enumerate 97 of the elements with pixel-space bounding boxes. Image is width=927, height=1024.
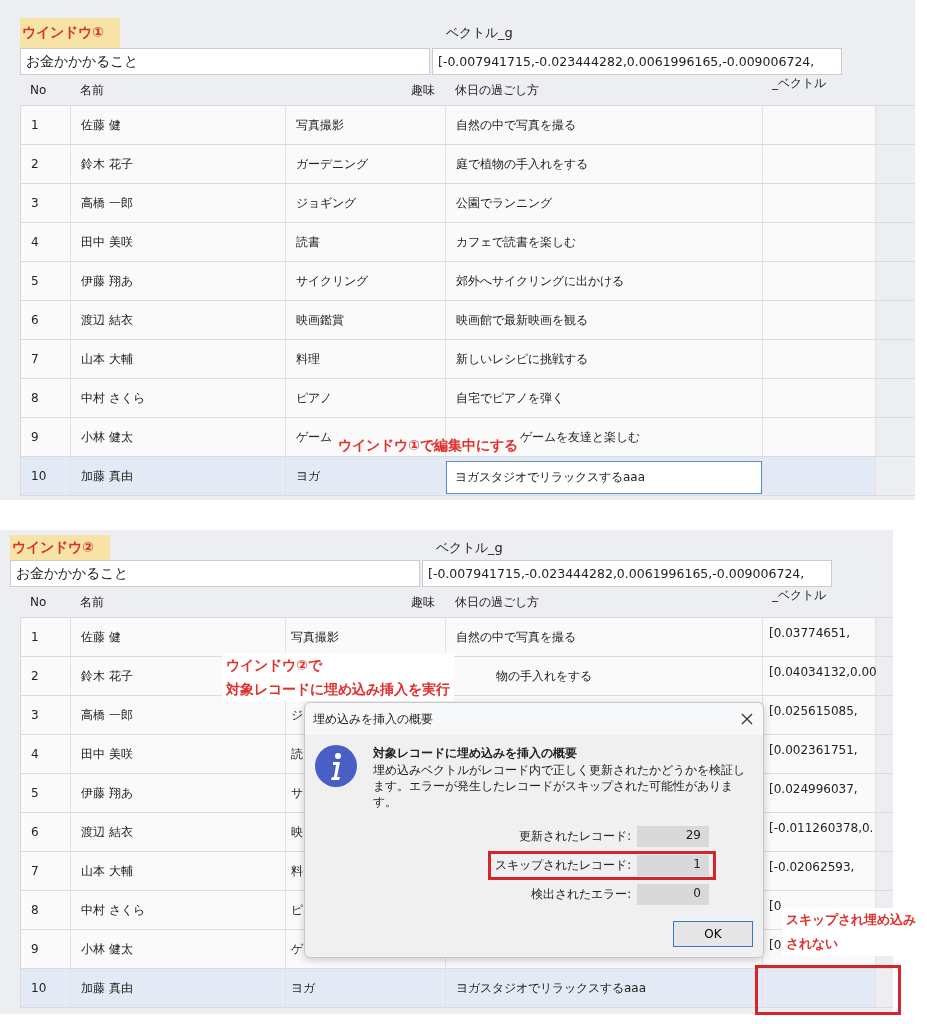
column-header: 休日の過ごし方: [454, 593, 540, 611]
table-cell[interactable]: 1: [21, 618, 71, 656]
table-cell: ヨガ: [286, 969, 446, 1007]
field-label: ベクトル_g: [445, 24, 514, 42]
table-cell[interactable]: 2: [21, 657, 71, 695]
table-cell: 伊藤 翔あ: [71, 774, 286, 812]
table-cell[interactable]: 10: [21, 457, 71, 495]
table-cell: 高橋 一郎: [71, 184, 286, 222]
table-cell: 郊外へサイクリングに出かける: [446, 262, 763, 300]
table-cell[interactable]: 6: [21, 813, 71, 851]
table-cell[interactable]: 2: [21, 145, 71, 183]
table-cell: カフェで読書を楽しむ: [446, 223, 763, 261]
window-label: ウインドウ②: [10, 535, 110, 560]
table-cell: 料理: [286, 340, 446, 378]
table-cell: 田中 美咲: [71, 223, 286, 261]
table-cell: 渡辺 結衣: [71, 813, 286, 851]
table-cell: サイクリング: [286, 262, 446, 300]
table-cell: 佐藤 健: [71, 106, 286, 144]
table-cell: 公園でランニング: [446, 184, 763, 222]
table-cell[interactable]: 8: [21, 891, 71, 929]
stat-label: 更新されたレコード:: [519, 829, 631, 844]
table-cell: 映画鑑賞: [286, 301, 446, 339]
table-cell: 加藤 真由: [71, 457, 286, 495]
table-cell: 小林 健太: [71, 418, 286, 456]
table-cell: 中村 さくら: [71, 891, 286, 929]
table-cell[interactable]: 1: [21, 106, 71, 144]
table-cell: [-0.011260378,0.: [763, 813, 876, 851]
ok-button[interactable]: OK: [673, 921, 753, 947]
column-header: _ベクトル: [771, 587, 827, 604]
table-cell[interactable]: 9: [21, 930, 71, 968]
info-icon: [315, 745, 357, 787]
table-cell: 自然の中で写真を撮る: [446, 106, 763, 144]
table-cell[interactable]: 10: [21, 969, 71, 1007]
edit-field[interactable]: ヨガスタジオでリラックスするaaa: [446, 461, 762, 494]
stat-value: 1: [637, 855, 709, 876]
table-cell[interactable]: 9: [21, 418, 71, 456]
table-cell[interactable]: 8: [21, 379, 71, 417]
stat-label: 検出されたエラー:: [531, 887, 631, 902]
column-header: 趣味: [410, 593, 436, 611]
table-cell: [0.025615085,: [763, 696, 876, 734]
table-cell[interactable]: 7: [21, 852, 71, 890]
table-cell: [0.03774651,: [763, 618, 876, 656]
table-cell: 山本 大輔: [71, 852, 286, 890]
column-header: 名前: [79, 81, 105, 99]
table-cell: 山本 大輔: [71, 340, 286, 378]
table-cell: ジョギング: [286, 184, 446, 222]
table-cell: 加藤 真由: [71, 969, 286, 1007]
table-cell: 田中 美咲: [71, 735, 286, 773]
table-cell: [0.04034132,0.00: [763, 657, 876, 695]
vector-field[interactable]: [-0.007941715,-0.023444282,0.0061996165,-0.009006724,: [432, 48, 842, 75]
stat-label: スキップされたレコード:: [495, 858, 631, 873]
column-header: No: [29, 595, 48, 609]
vector-field[interactable]: [-0.007941715,-0.023444282,0.0061996165,-0.009006724,: [422, 560, 832, 587]
table-cell[interactable]: 3: [21, 696, 71, 734]
table-cell: 写真撮影: [286, 106, 446, 144]
table-cell: [-0.02062593,: [763, 852, 876, 890]
table-cell[interactable]: 5: [21, 774, 71, 812]
table-cell[interactable]: 5: [21, 262, 71, 300]
table-cell: 鈴木 花子: [71, 145, 286, 183]
table-cell: 中村 さくら: [71, 379, 286, 417]
table-cell: 自然の中で写真を撮る: [446, 618, 763, 656]
table-cell: 佐藤 健: [71, 618, 286, 656]
table-cell[interactable]: 4: [21, 735, 71, 773]
query-field[interactable]: お金かかかること: [10, 560, 420, 587]
table-cell[interactable]: 4: [21, 223, 71, 261]
column-header: 名前: [79, 593, 105, 611]
table-cell: 読書: [286, 223, 446, 261]
table-cell: 庭で植物の手入れをする: [446, 145, 763, 183]
query-field[interactable]: お金かかかること: [20, 48, 430, 75]
table-cell: ヨガスタジオでリラックスするaaa: [446, 969, 763, 1007]
table-cell[interactable]: 6: [21, 301, 71, 339]
table-cell: 映画館で最新映画を観る: [446, 301, 763, 339]
table-cell: 新しいレシピに挑戦する: [446, 340, 763, 378]
column-header: 趣味: [410, 81, 436, 99]
stat-value: 29: [637, 826, 709, 847]
column-header: 休日の過ごし方: [454, 81, 540, 99]
window-label: ウインドウ①: [20, 18, 120, 48]
table-cell: 小林 健太: [71, 930, 286, 968]
table-cell: ガーデニング: [286, 145, 446, 183]
field-label: ベクトル_g: [435, 538, 504, 557]
table-cell[interactable]: 7: [21, 340, 71, 378]
dialog-title: 埋め込みを挿入の概要: [313, 710, 433, 728]
table-cell: 写真撮影: [286, 618, 446, 656]
stat-value: 0: [637, 884, 709, 905]
table-cell: ヨガ: [286, 457, 446, 495]
annotation-note: ウインドウ①で編集中にする: [337, 436, 519, 455]
column-header: _ベクトル: [771, 75, 827, 92]
column-header: No: [29, 83, 48, 97]
table-cell: 自宅でピアノを弾く: [446, 379, 763, 417]
table-cell: 伊藤 翔あ: [71, 262, 286, 300]
table-cell: 渡辺 結衣: [71, 301, 286, 339]
close-icon[interactable]: [741, 713, 753, 725]
table-cell: ピアノ: [286, 379, 446, 417]
table-cell: 高橋 一郎: [71, 696, 286, 734]
table-cell: [0.002361751,: [763, 735, 876, 773]
table-cell: [0.024996037,: [763, 774, 876, 812]
table-cell[interactable]: 3: [21, 184, 71, 222]
